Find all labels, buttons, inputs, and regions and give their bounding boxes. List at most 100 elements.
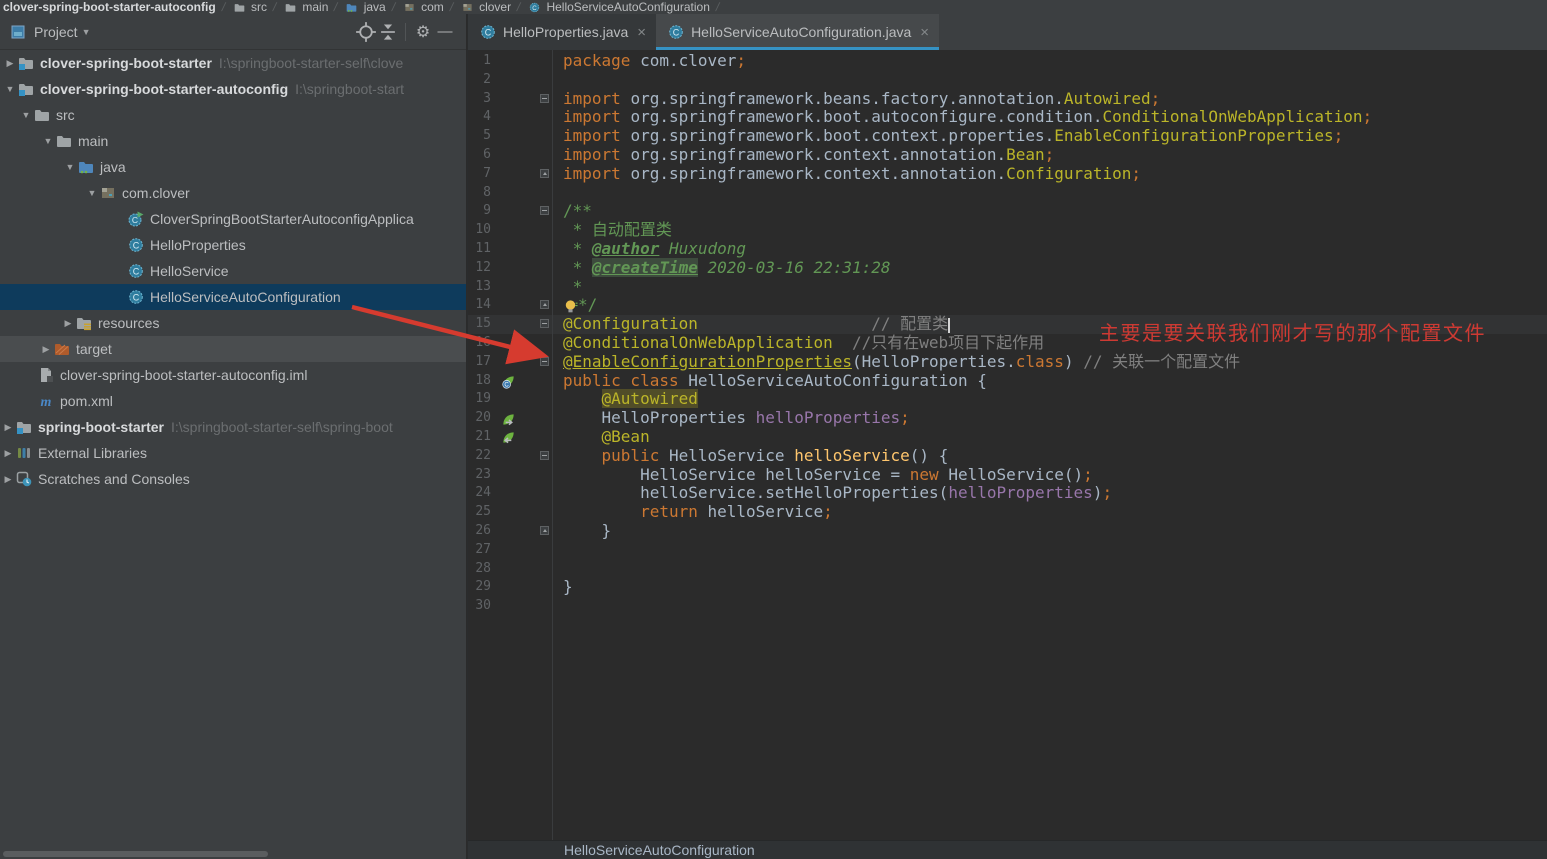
chevron-down-icon[interactable]: ▼ (82, 27, 91, 37)
code-line[interactable]: 22 public HelloService helloService() { (468, 447, 1547, 466)
chevron-collapsed-icon[interactable]: ▶ (38, 344, 54, 355)
code-text[interactable]: return helloService; (563, 503, 1547, 522)
code-text[interactable]: import org.springframework.context.annot… (563, 165, 1547, 184)
code-text[interactable]: @Autowired (563, 390, 1547, 409)
tree-item[interactable]: CHelloProperties (0, 232, 466, 258)
chevron-expanded-icon[interactable]: ▼ (18, 110, 34, 120)
tree-item[interactable]: CHelloServiceAutoConfiguration (0, 284, 466, 310)
code-line[interactable]: 2 (468, 71, 1547, 90)
code-line[interactable]: 18Cpublic class HelloServiceAutoConfigur… (468, 372, 1547, 391)
code-line[interactable]: 6import org.springframework.context.anno… (468, 146, 1547, 165)
gutter-icon[interactable] (500, 430, 515, 445)
fold-marker[interactable] (540, 169, 549, 178)
horizontal-scrollbar[interactable] (3, 851, 268, 857)
code-area[interactable]: 1package com.clover;23import org.springf… (468, 50, 1547, 616)
code-text[interactable]: package com.clover; (563, 52, 1547, 71)
tree-item[interactable]: ▶clover-spring-boot-starterI:\springboot… (0, 50, 466, 76)
tree-item[interactable]: ▶resources (0, 310, 466, 336)
code-line[interactable]: 26 } (468, 522, 1547, 541)
gear-icon[interactable]: ⚙ (412, 21, 434, 43)
code-line[interactable]: 27 (468, 541, 1547, 560)
chevron-collapsed-icon[interactable]: ▶ (60, 318, 76, 329)
code-text[interactable]: helloService.setHelloProperties(helloPro… (563, 484, 1547, 503)
tree-item[interactable]: clover-spring-boot-starter-autoconfig.im… (0, 362, 466, 388)
tree-item[interactable]: CCloverSpringBootStarterAutoconfigApplic… (0, 206, 466, 232)
chevron-expanded-icon[interactable]: ▼ (84, 188, 100, 198)
breadcrumb-item[interactable]: java (344, 0, 386, 15)
chevron-expanded-icon[interactable]: ▼ (40, 136, 56, 146)
code-line[interactable]: 13 * (468, 278, 1547, 297)
chevron-expanded-icon[interactable]: ▼ (2, 84, 18, 94)
code-text[interactable]: @Bean (563, 428, 1547, 447)
code-text[interactable]: HelloProperties helloProperties; (563, 409, 1547, 428)
code-text[interactable]: public HelloService helloService() { (563, 447, 1547, 466)
breadcrumb-item[interactable]: main (282, 0, 328, 15)
code-text[interactable]: } (563, 522, 1547, 541)
code-text[interactable]: public class HelloServiceAutoConfigurati… (563, 372, 1547, 391)
fold-marker[interactable] (540, 94, 549, 103)
locate-icon[interactable] (355, 21, 377, 43)
panel-title[interactable]: Project (34, 24, 78, 40)
breadcrumb-item[interactable]: CHelloServiceAutoConfiguration (526, 0, 709, 15)
breadcrumb-class-name[interactable]: HelloServiceAutoConfiguration (564, 842, 755, 858)
code-line[interactable]: 12 * @createTime 2020-03-16 22:31:28 (468, 259, 1547, 278)
tree-item[interactable]: ▶Scratches and Consoles (0, 466, 466, 492)
fold-marker[interactable] (540, 319, 549, 328)
tree-item[interactable]: ▶spring-boot-starterI:\springboot-starte… (0, 414, 466, 440)
tree-item[interactable]: ▶External Libraries (0, 440, 466, 466)
chevron-collapsed-icon[interactable]: ▶ (0, 448, 16, 459)
tree-item[interactable]: ▼src (0, 102, 466, 128)
fold-marker[interactable] (540, 451, 549, 460)
chevron-collapsed-icon[interactable]: ▶ (0, 474, 16, 485)
code-line[interactable]: 29} (468, 578, 1547, 597)
chevron-expanded-icon[interactable]: ▼ (62, 162, 78, 172)
code-text[interactable]: * @createTime 2020-03-16 22:31:28 (563, 259, 1547, 278)
code-line[interactable]: 8 (468, 184, 1547, 203)
code-text[interactable]: @EnableConfigurationProperties(HelloProp… (563, 353, 1547, 372)
breadcrumb-item[interactable]: com (401, 0, 444, 15)
fold-marker[interactable] (540, 206, 549, 215)
gutter-icon[interactable] (500, 411, 515, 426)
close-icon[interactable]: × (920, 24, 929, 41)
code-text[interactable]: import org.springframework.context.annot… (563, 146, 1547, 165)
code-line[interactable]: 7import org.springframework.context.anno… (468, 165, 1547, 184)
code-line[interactable]: 11 * @author Huxudong (468, 240, 1547, 259)
editor-tab[interactable]: CHelloServiceAutoConfiguration.java× (656, 14, 939, 50)
tree-item[interactable]: ▼java (0, 154, 466, 180)
code-line[interactable]: 20 HelloProperties helloProperties; (468, 409, 1547, 428)
fold-marker[interactable] (540, 300, 549, 309)
code-line[interactable]: 30 (468, 597, 1547, 616)
code-line[interactable]: 9/** (468, 202, 1547, 221)
code-text[interactable]: import org.springframework.boot.autoconf… (563, 108, 1547, 127)
code-text[interactable]: * 自动配置类 (563, 221, 1547, 240)
code-line[interactable]: 15@Configuration // 配置类 (468, 315, 1547, 334)
collapse-all-icon[interactable] (377, 21, 399, 43)
code-text[interactable]: import org.springframework.boot.context.… (563, 127, 1547, 146)
code-line[interactable]: 23 HelloService helloService = new Hello… (468, 466, 1547, 485)
breadcrumb-item[interactable]: src (231, 0, 267, 15)
code-line[interactable]: 3import org.springframework.beans.factor… (468, 90, 1547, 109)
code-text[interactable]: } (563, 578, 1547, 597)
chevron-collapsed-icon[interactable]: ▶ (2, 58, 18, 69)
tree-item[interactable]: ▼main (0, 128, 466, 154)
code-line[interactable]: 14*/ (468, 296, 1547, 315)
code-line[interactable]: 19 @Autowired (468, 390, 1547, 409)
code-line[interactable]: 28 (468, 560, 1547, 579)
code-line[interactable]: 1package com.clover; (468, 52, 1547, 71)
fold-marker[interactable] (540, 526, 549, 535)
editor-body[interactable]: 1package com.clover;23import org.springf… (468, 50, 1547, 840)
code-text[interactable]: */ (563, 296, 1547, 315)
code-line[interactable]: 5import org.springframework.boot.context… (468, 127, 1547, 146)
tree-item[interactable]: ▼clover-spring-boot-starter-autoconfigI:… (0, 76, 466, 102)
fold-marker[interactable] (540, 357, 549, 366)
code-line[interactable]: 17@EnableConfigurationProperties(HelloPr… (468, 353, 1547, 372)
code-text[interactable]: * @author Huxudong (563, 240, 1547, 259)
code-text[interactable]: @ConditionalOnWebApplication //只有在web项目下… (563, 334, 1547, 353)
chevron-collapsed-icon[interactable]: ▶ (0, 422, 16, 433)
breadcrumb-item[interactable]: clover (459, 0, 511, 15)
hide-panel-icon[interactable]: — (434, 21, 456, 43)
close-icon[interactable]: × (637, 24, 646, 41)
code-line[interactable]: 10 * 自动配置类 (468, 221, 1547, 240)
breadcrumb-item[interactable]: clover-spring-boot-starter-autoconfig (3, 0, 216, 14)
code-text[interactable]: /** (563, 202, 1547, 221)
